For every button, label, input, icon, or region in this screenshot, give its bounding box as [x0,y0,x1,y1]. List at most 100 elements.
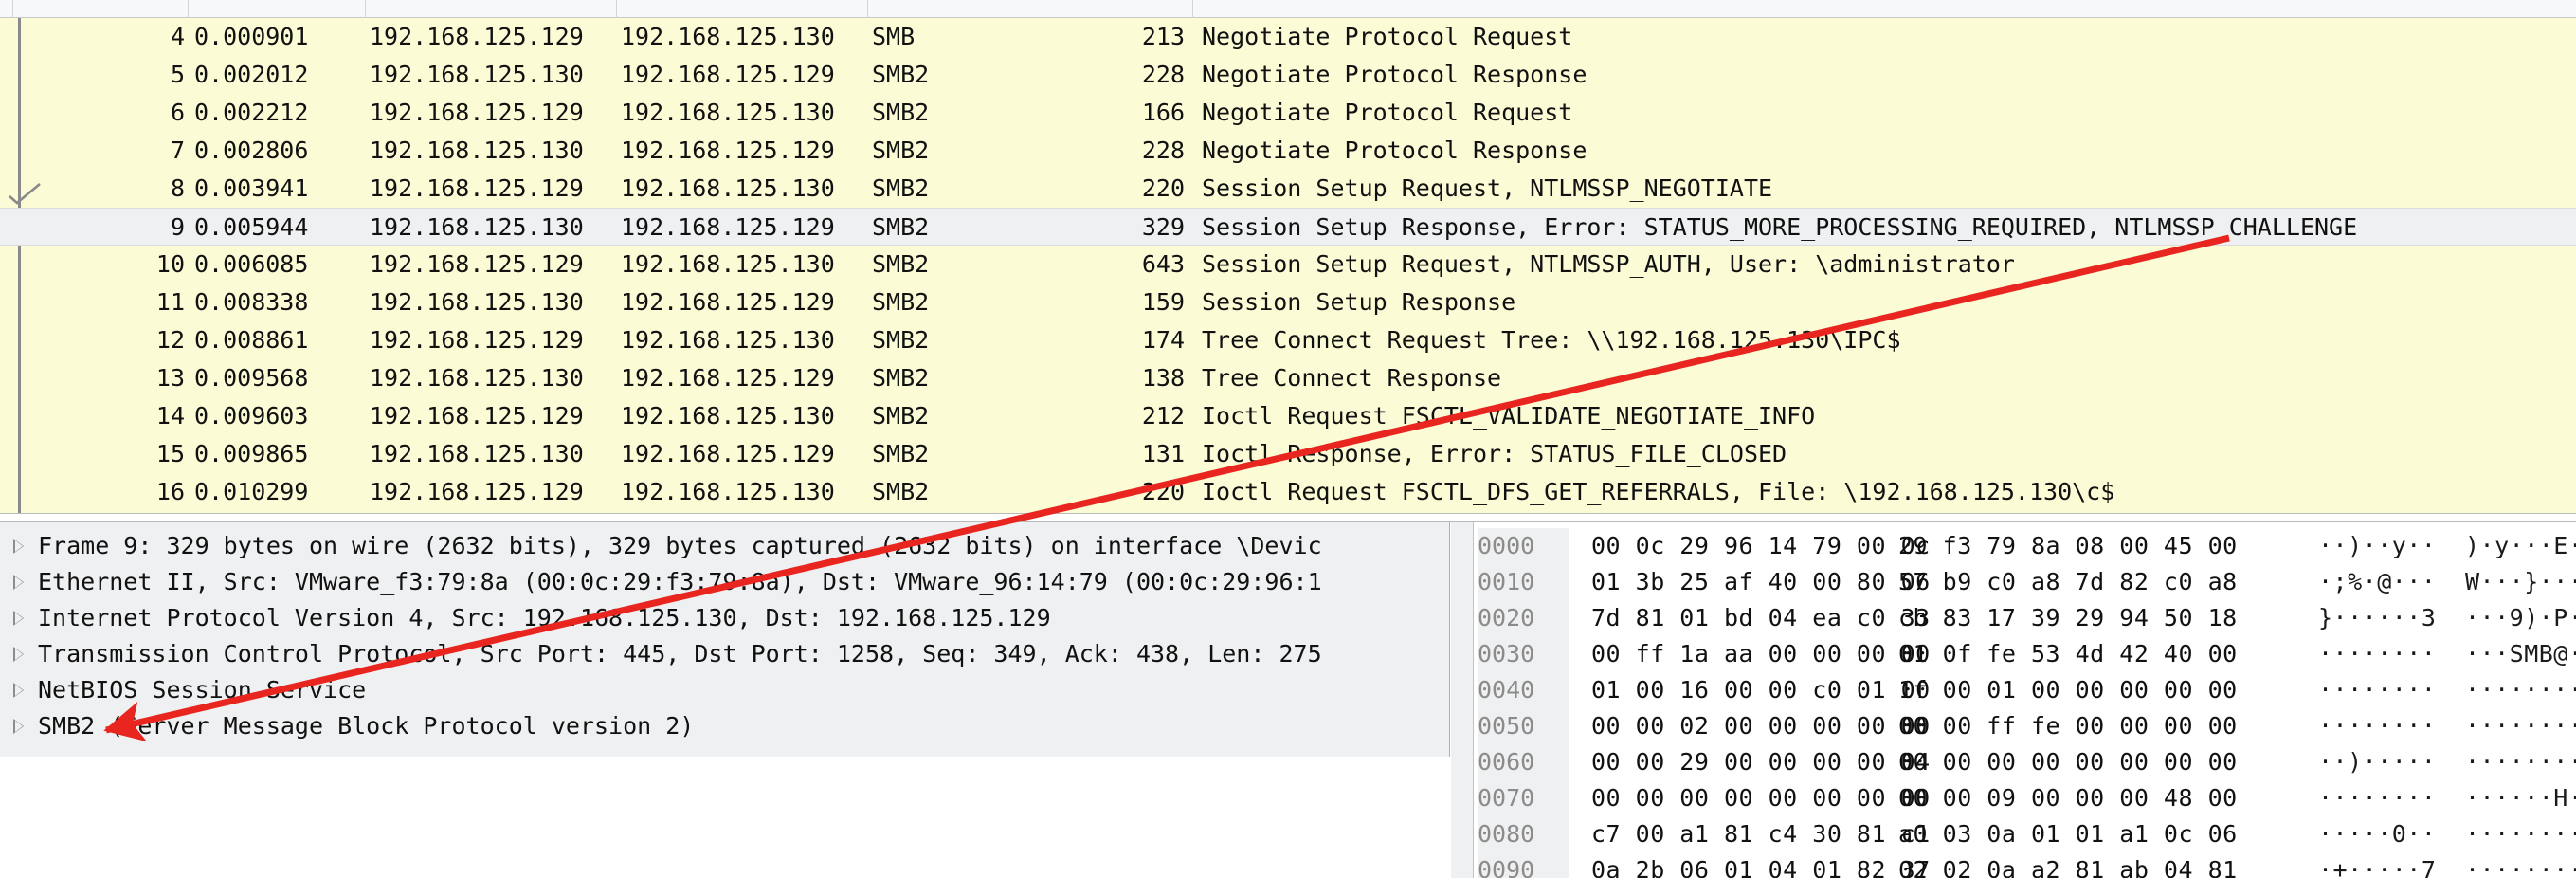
hex-dump-row[interactable]: 0000 00 0c 29 96 14 79 00 0c 29 f3 79 8a 0… [1451,528,2576,564]
hex-ascii-group-2: W···}··· [2465,568,2576,595]
packet-length-cell: 131 [1141,440,1185,467]
hex-dump-row[interactable]: 0040 01 00 16 00 00 c0 01 00 1f 00 01 00 0… [1451,672,2576,708]
packet-source-cell: 192.168.125.130 [370,364,584,392]
packet-row[interactable]: 7 0.002806 192.168.125.130 192.168.125.129 S… [0,132,2576,170]
packet-source-cell: 192.168.125.130 [370,61,584,88]
hex-ascii-group-1: ·+·····7 [2318,856,2437,878]
packet-length-cell: 220 [1141,478,1185,505]
column-separator[interactable] [867,0,868,18]
packet-row[interactable]: 4 0.000901 192.168.125.129 192.168.125.130 S… [0,18,2576,56]
packet-destination-cell: 192.168.125.129 [621,61,835,88]
packet-row[interactable]: 14 0.009603 192.168.125.129 192.168.125.130… [0,397,2576,435]
hex-dump-row[interactable]: 0010 01 3b 25 af 40 00 80 06 57 b9 c0 a8 7… [1451,564,2576,600]
hex-ascii-group-1: ········ [2318,712,2437,740]
hex-bytes-group-2: 00 00 09 00 00 00 48 00 [1898,784,2238,812]
hex-ascii-group-1: ········ [2318,640,2437,668]
packet-protocol-cell: SMB2 [872,288,930,316]
protocol-tree-row[interactable]: NetBIOS Session Service [0,672,1449,708]
expand-triangle-inner [15,540,23,552]
packet-row[interactable]: 9 0.005944 192.168.125.130 192.168.125.129 S… [0,208,2576,246]
hex-dump-row[interactable]: 0060 00 00 29 00 00 00 00 04 00 00 00 00 0… [1451,744,2576,780]
packet-details-pane[interactable]: Frame 9: 329 bytes on wire (2632 bits), … [0,522,1450,757]
packet-protocol-cell: SMB2 [872,326,930,354]
hex-dump-row[interactable]: 0080 c7 00 a1 81 c4 30 81 c1 a0 03 0a 01 0… [1451,816,2576,852]
packet-row[interactable]: 10 0.006085 192.168.125.129 192.168.125.130… [0,246,2576,284]
column-separator[interactable] [1192,0,1193,18]
packet-info-cell: Ioctl Response, Error: STATUS_FILE_CLOSE… [1202,440,1787,467]
packet-source-cell: 192.168.125.130 [370,440,584,467]
hex-dump-row[interactable]: 0030 00 ff 1a aa 00 00 00 00 01 0f fe 53 4… [1451,636,2576,672]
packet-row[interactable]: 5 0.002012 192.168.125.130 192.168.125.129 S… [0,56,2576,94]
pane-splitter[interactable] [0,513,2576,522]
packet-source-cell: 192.168.125.129 [370,326,584,354]
packet-destination-cell: 192.168.125.130 [621,99,835,126]
packet-row[interactable]: 12 0.008861 192.168.125.129 192.168.125.130… [0,321,2576,359]
hex-ascii-group-1: ··)··y·· [2318,532,2437,559]
hex-bytes-group-2: 01 0f fe 53 4d 42 40 00 [1898,640,2238,668]
expand-triangle-icon[interactable] [13,647,24,662]
packet-row[interactable]: 13 0.009568 192.168.125.130 192.168.125.129… [0,359,2576,397]
column-separator[interactable] [188,0,189,18]
packet-row[interactable]: 15 0.009865 192.168.125.130 192.168.125.129… [0,435,2576,473]
packet-bytes-pane[interactable]: 0000 00 0c 29 96 14 79 00 0c 29 f3 79 8a 0… [1451,522,2576,878]
packet-source-cell: 192.168.125.129 [370,174,584,202]
packet-info-cell: Ioctl Request FSCTL_DFS_GET_REFERRALS, F… [1202,478,2115,505]
hex-bytes-group-1: 0a 2b 06 01 04 01 82 37 [1591,856,1931,878]
packet-info-cell: Negotiate Protocol Response [1202,137,1587,164]
hex-bytes-group-2: cb 83 17 39 29 94 50 18 [1898,604,2238,631]
hex-ascii-group-1: ··)····· [2318,748,2437,776]
hex-ascii-group-1: ········ [2318,676,2437,704]
packet-list-pane[interactable]: 4 0.000901 192.168.125.129 192.168.125.130 S… [0,18,2576,513]
hex-dump-row[interactable]: 0070 00 00 00 00 00 00 00 00 00 00 09 00 0… [1451,780,2576,816]
packet-row[interactable]: 6 0.002212 192.168.125.129 192.168.125.130 S… [0,94,2576,132]
expand-triangle-icon[interactable] [13,683,24,698]
packet-protocol-cell: SMB2 [872,213,930,241]
hex-dump-row[interactable]: 0020 7d 81 01 bd 04 ea c0 33 cb 83 17 39 2… [1451,600,2576,636]
hex-ascii-group-2: ······H· [2465,784,2576,812]
hex-ascii-group-2: ········ [2465,676,2576,704]
expand-triangle-icon[interactable] [13,611,24,626]
packet-row[interactable]: 16 0.010299 192.168.125.129 192.168.125.130… [0,473,2576,511]
hex-dump-row[interactable]: 0050 00 00 02 00 00 00 00 00 00 00 ff fe 0… [1451,708,2576,744]
column-separator[interactable] [365,0,366,18]
protocol-tree-label: Frame 9: 329 bytes on wire (2632 bits), … [38,532,1322,559]
column-separator[interactable] [12,0,13,18]
hex-bytes-group-2: 00 00 00 00 00 00 00 00 [1898,748,2238,776]
protocol-tree-row[interactable]: SMB2 (Server Message Block Protocol vers… [0,708,1449,744]
protocol-tree-row[interactable]: Internet Protocol Version 4, Src: 192.16… [0,600,1449,636]
packet-no-cell: 16 [155,478,185,505]
hex-bytes-group-2: 29 f3 79 8a 08 00 45 00 [1898,532,2238,559]
packet-no-cell: 7 [170,137,185,164]
expand-triangle-icon[interactable] [13,719,24,734]
column-separator[interactable] [616,0,617,18]
packet-source-cell: 192.168.125.129 [370,478,584,505]
packet-destination-cell: 192.168.125.130 [621,478,835,505]
expand-triangle-icon[interactable] [13,539,24,554]
packet-length-cell: 329 [1141,213,1185,241]
packet-row[interactable]: 8 0.003941 192.168.125.129 192.168.125.130 S… [0,170,2576,208]
protocol-tree-row[interactable]: Frame 9: 329 bytes on wire (2632 bits), … [0,528,1449,564]
packet-list-column-header[interactable] [0,0,2576,18]
packet-protocol-cell: SMB2 [872,440,930,467]
packet-time-cell: 0.003941 [194,174,309,202]
packet-details-empty-area [0,757,1450,878]
packet-no-cell: 14 [155,402,185,430]
expand-triangle-inner [15,576,23,588]
packet-no-cell: 9 [170,213,185,241]
protocol-tree-row[interactable]: Ethernet II, Src: VMware_f3:79:8a (00:0c… [0,564,1449,600]
hex-bytes-group-2: 02 02 0a a2 81 ab 04 81 [1898,856,2238,878]
protocol-tree-label: Ethernet II, Src: VMware_f3:79:8a (00:0c… [38,568,1322,595]
hex-ascii-group-2: )·y···E· [2465,532,2576,559]
packet-protocol-cell: SMB2 [872,478,930,505]
packet-row[interactable]: 11 0.008338 192.168.125.130 192.168.125.129… [0,284,2576,321]
hex-dump-row[interactable]: 0090 0a 2b 06 01 04 01 82 37 02 02 0a a2 8… [1451,852,2576,878]
packet-no-cell: 4 [170,23,185,50]
protocol-tree-label: Internet Protocol Version 4, Src: 192.16… [38,604,1051,631]
packet-time-cell: 0.010299 [194,478,309,505]
packet-time-cell: 0.002012 [194,61,309,88]
hex-bytes-group-1: c7 00 a1 81 c4 30 81 c1 [1591,820,1931,848]
protocol-tree-row[interactable]: Transmission Control Protocol, Src Port:… [0,636,1449,672]
expand-triangle-icon[interactable] [13,575,24,590]
packet-length-cell: 159 [1141,288,1185,316]
expand-triangle-inner [15,721,23,732]
